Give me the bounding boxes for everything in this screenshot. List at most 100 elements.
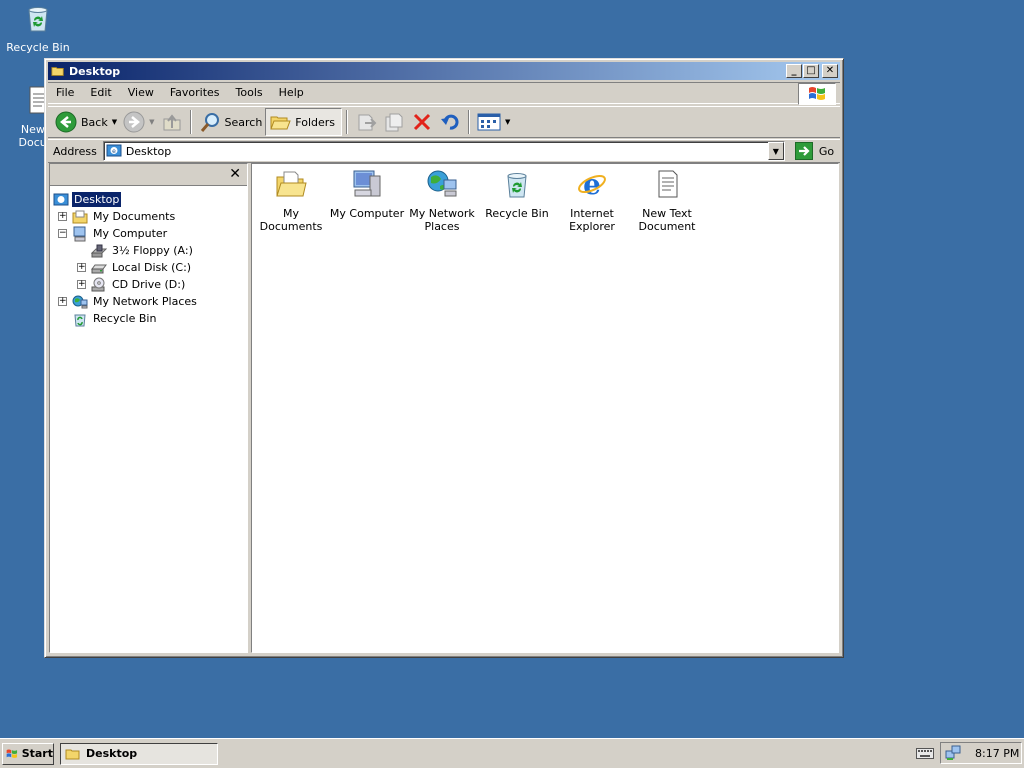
item-my-network-places[interactable]: My Network Places — [404, 168, 480, 233]
recycle-bin-icon — [74, 314, 86, 326]
back-arrow-icon — [55, 111, 77, 133]
maximize-button[interactable]: □ — [803, 64, 819, 78]
expand-my-documents-icon[interactable]: + — [58, 212, 67, 221]
desktop-icon-recycle-bin[interactable]: Recycle Bin — [0, 2, 76, 54]
tree-label: CD Drive (D:) — [112, 278, 186, 291]
menu-edit[interactable]: Edit — [82, 83, 119, 103]
go-label: Go — [818, 144, 835, 158]
desktop-icon: e — [106, 144, 122, 157]
start-button[interactable]: Start — [2, 742, 54, 765]
network-status-icon[interactable] — [945, 745, 961, 761]
address-input[interactable]: e Desktop ▼ — [102, 141, 785, 161]
minimize-button[interactable]: _ — [786, 64, 802, 78]
maximize-icon: □ — [806, 65, 816, 76]
tree-item-cd-drive[interactable]: CD Drive (D:) — [91, 276, 187, 293]
tree-item-floppy[interactable]: 3½ Floppy (A:) — [91, 242, 195, 259]
menu-view[interactable]: View — [120, 83, 162, 103]
move-to-icon — [358, 114, 377, 131]
window-title: Desktop — [69, 64, 121, 78]
item-label: Internet Explorer — [569, 207, 615, 233]
menu-favorites[interactable]: Favorites — [162, 83, 228, 103]
tree-item-my-documents[interactable]: My Documents — [72, 208, 177, 225]
folders-button[interactable]: Folders — [265, 108, 343, 136]
tree-label: My Documents — [93, 210, 176, 223]
item-internet-explorer[interactable]: e Internet Explorer — [554, 168, 630, 233]
svg-text:e: e — [112, 148, 116, 155]
undo-button[interactable] — [436, 108, 464, 136]
tree-label: Local Disk (C:) — [112, 261, 192, 274]
delete-button[interactable] — [408, 108, 436, 136]
start-label: Start — [21, 747, 53, 760]
clock[interactable]: 8:17 PM — [975, 747, 1019, 760]
keyboard-icon[interactable] — [916, 746, 934, 760]
title-bar[interactable]: Desktop _ □ ✕ — [48, 62, 840, 80]
desktop-icon — [53, 193, 69, 205]
address-label: Address — [53, 144, 97, 158]
close-button[interactable]: ✕ — [822, 64, 838, 78]
my-documents-icon — [72, 210, 88, 223]
expand-network-places-icon[interactable]: + — [58, 297, 67, 306]
tree-label: Desktop — [70, 191, 123, 208]
minimize-icon: _ — [791, 65, 797, 76]
tree-label: My Network Places — [93, 295, 197, 308]
search-icon — [200, 113, 219, 132]
go-arrow-icon — [794, 142, 813, 160]
go-button[interactable]: Go — [794, 142, 835, 160]
undo-icon — [441, 114, 459, 130]
item-my-documents[interactable]: My Documents — [253, 168, 329, 233]
copy-to-button[interactable] — [380, 108, 408, 136]
network-places-icon — [72, 295, 88, 308]
forward-arrow-icon — [123, 111, 145, 133]
windows-logo — [798, 83, 836, 105]
folders-label: Folders — [295, 115, 336, 129]
search-label: Search — [224, 115, 263, 129]
cd-drive-icon — [91, 277, 105, 291]
forward-dropdown-icon[interactable]: ▼ — [149, 118, 154, 126]
close-icon: ✕ — [825, 65, 835, 76]
internet-explorer-icon: e — [578, 168, 606, 201]
tree-item-recycle-bin[interactable]: Recycle Bin — [72, 310, 158, 327]
expand-local-disk-icon[interactable]: + — [77, 263, 86, 272]
collapse-my-computer-icon[interactable]: − — [58, 229, 67, 238]
recycle-bin-icon — [507, 173, 527, 198]
expand-cd-drive-icon[interactable]: + — [77, 280, 86, 289]
my-computer-icon — [73, 226, 86, 241]
tree-item-desktop[interactable]: Desktop — [53, 191, 123, 208]
address-dropdown-button[interactable]: ▼ — [767, 142, 784, 160]
forward-button[interactable]: ▼ — [120, 108, 157, 136]
tree-item-my-computer[interactable]: My Computer — [72, 225, 169, 242]
menu-tools[interactable]: Tools — [228, 83, 271, 103]
menu-help[interactable]: Help — [271, 83, 312, 103]
delete-icon — [413, 113, 431, 131]
taskbar-button-desktop[interactable]: Desktop — [60, 742, 218, 765]
content-pane: My Documents My Computer My Network Plac… — [251, 163, 839, 653]
tree-label: Recycle Bin — [93, 312, 157, 325]
views-dropdown-icon[interactable]: ▼ — [505, 118, 510, 126]
standard-toolbar: Back ▼ ▼ Search Folders ▼ — [48, 106, 840, 138]
back-dropdown-icon[interactable]: ▼ — [112, 118, 117, 126]
close-pane-icon[interactable]: ✕ — [229, 167, 241, 181]
views-button[interactable]: ▼ — [474, 108, 513, 136]
item-my-computer[interactable]: My Computer — [329, 168, 405, 220]
up-folder-icon — [163, 114, 180, 131]
item-recycle-bin[interactable]: Recycle Bin — [479, 168, 555, 220]
item-new-text-document[interactable]: New Text Document — [629, 168, 705, 233]
system-tray: 8:17 PM — [940, 742, 1022, 764]
item-label: My Computer — [329, 207, 405, 220]
taskbar: Start Desktop 8:17 PM — [0, 738, 1024, 768]
tree-item-my-network-places[interactable]: My Network Places — [72, 293, 199, 310]
up-button[interactable] — [158, 108, 186, 136]
toolbar-separator — [346, 110, 349, 134]
toolbar-separator — [468, 110, 471, 134]
menu-file[interactable]: File — [48, 83, 82, 103]
back-button[interactable]: Back ▼ — [52, 108, 120, 136]
folder-icon — [51, 67, 64, 76]
move-to-button[interactable] — [352, 108, 380, 136]
folders-pane: ✕ Desktop + My Documents − My Computer 3… — [49, 163, 248, 653]
copy-to-icon — [385, 113, 403, 132]
address-bar: Address e Desktop ▼ Go — [48, 139, 840, 163]
item-label: New Text Document — [638, 207, 696, 233]
search-button[interactable]: Search — [196, 108, 266, 136]
item-label: My Documents — [259, 207, 323, 233]
tree-item-local-disk[interactable]: Local Disk (C:) — [91, 259, 193, 276]
